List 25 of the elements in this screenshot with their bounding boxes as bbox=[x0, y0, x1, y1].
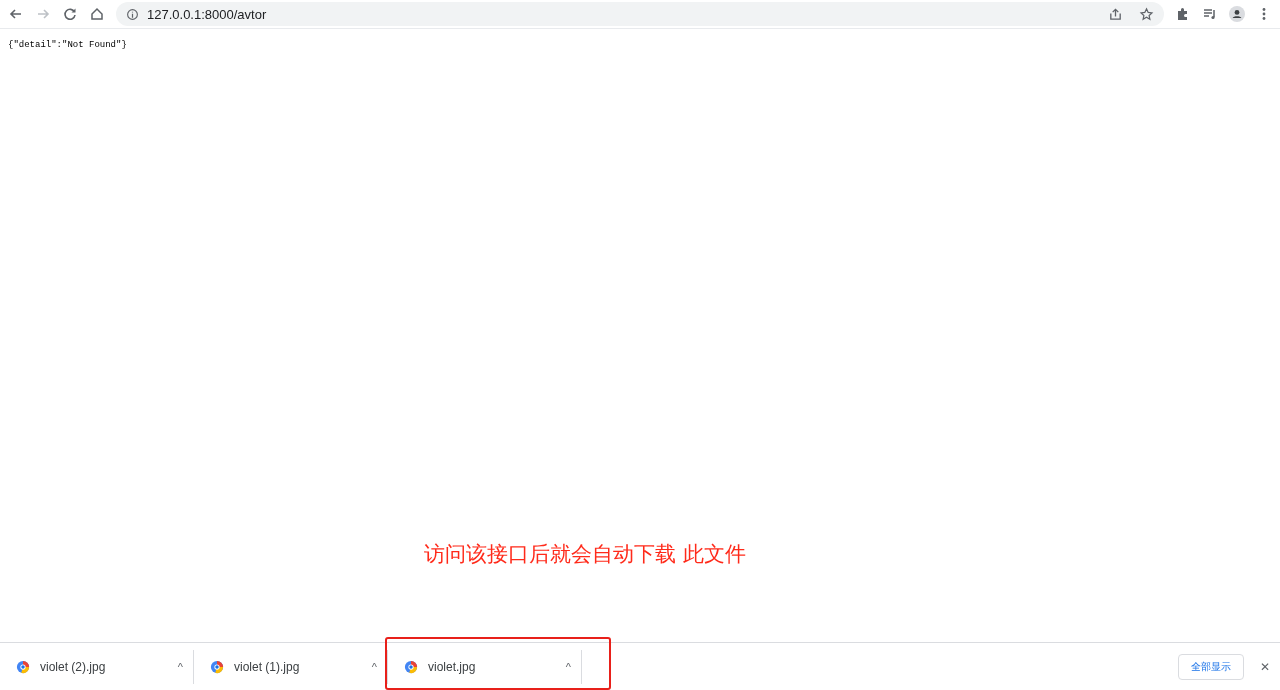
close-icon[interactable]: ✕ bbox=[1259, 659, 1270, 674]
download-item[interactable]: violet.jpg ^ bbox=[394, 649, 582, 684]
caret-icon[interactable]: ^ bbox=[371, 660, 377, 673]
reload-icon[interactable] bbox=[62, 6, 78, 22]
share-icon[interactable] bbox=[1108, 6, 1123, 22]
show-all-button[interactable]: 全部显示 bbox=[1177, 653, 1244, 680]
address-bar[interactable]: 127.0.0.1:8000/avtor bbox=[116, 2, 1164, 26]
download-item[interactable]: violet (2).jpg ^ bbox=[6, 649, 194, 684]
caret-icon[interactable]: ^ bbox=[565, 660, 571, 673]
file-icon bbox=[210, 659, 224, 674]
annotation-text: 访问该接口后就会自动下载 此文件 bbox=[424, 541, 746, 568]
file-name: violet (2).jpg bbox=[40, 659, 107, 674]
file-icon bbox=[404, 659, 418, 674]
file-name: violet.jpg bbox=[428, 659, 477, 674]
profile-icon[interactable] bbox=[1229, 6, 1245, 22]
home-icon[interactable] bbox=[89, 6, 105, 22]
json-response: {"detail":"Not Found"} bbox=[7, 39, 128, 52]
url-text: 127.0.0.1:8000/avtor bbox=[147, 6, 267, 22]
star-icon[interactable] bbox=[1139, 6, 1154, 22]
download-item[interactable]: violet (1).jpg ^ bbox=[200, 649, 388, 684]
file-name: violet (1).jpg bbox=[234, 659, 301, 674]
playlist-icon[interactable] bbox=[1202, 6, 1218, 22]
file-icon bbox=[16, 659, 30, 674]
caret-icon[interactable]: ^ bbox=[177, 660, 183, 673]
info-icon[interactable] bbox=[126, 7, 139, 21]
